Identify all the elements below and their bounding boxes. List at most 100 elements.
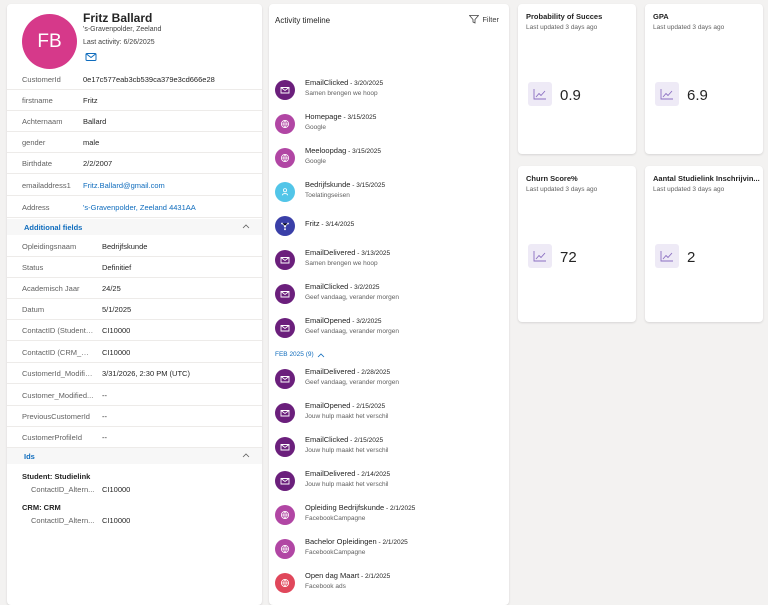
activity-badge bbox=[275, 284, 295, 304]
ids-header[interactable]: Ids bbox=[7, 448, 262, 464]
timeline-item[interactable]: EmailClicked - 2/15/2025 Jouw hulp maakt … bbox=[269, 435, 509, 467]
activity-timeline-card: Activity timeline Filter EmailClicked - … bbox=[269, 4, 509, 605]
globe-icon bbox=[281, 154, 289, 162]
field-value: 5/1/2025 bbox=[102, 305, 132, 314]
field-row-birthdate: Birthdate 2/2/2007 bbox=[7, 153, 262, 174]
email-link[interactable]: Fritz.Ballard@gmail.com bbox=[83, 181, 165, 190]
additional-row: PreviousCustomerId -- bbox=[7, 406, 262, 427]
additional-row: Status Definitief bbox=[7, 257, 262, 278]
activity-name: EmailOpened bbox=[305, 401, 351, 410]
mail-icon bbox=[280, 478, 290, 485]
additional-row: ContactID (CRM_CR... CI10000 bbox=[7, 342, 262, 363]
activity-title: EmailClicked - 3/20/2025 bbox=[305, 78, 383, 87]
activity-title: Meeloopdag - 3/15/2025 bbox=[305, 146, 381, 155]
mail-icon bbox=[280, 87, 290, 94]
activity-name: EmailClicked bbox=[305, 78, 349, 87]
activity-date: - 3/15/2025 bbox=[346, 148, 381, 155]
field-value: Ballard bbox=[83, 117, 107, 126]
timeline-item[interactable]: EmailDelivered - 3/13/2025 Samen brengen … bbox=[269, 248, 509, 280]
activity-name: EmailDelivered bbox=[305, 469, 356, 478]
field-row-customerid: CustomerId 0e17c577eab3cb539ca379e3cd666… bbox=[7, 69, 262, 90]
activity-title: Opleiding Bedrijfskunde - 2/1/2025 bbox=[305, 503, 415, 512]
timeline-item[interactable]: Homepage - 3/15/2025 Google bbox=[269, 112, 509, 144]
avatar: FB bbox=[22, 14, 77, 69]
timeline-item[interactable]: EmailOpened - 3/2/2025 Geef vandaag, vera… bbox=[269, 316, 509, 348]
id-value: CI10000 bbox=[102, 485, 131, 494]
kpi-updated: Last updated 3 days ago bbox=[526, 186, 598, 193]
kpi-card[interactable]: Aantal Studielink Inschrijvin... Last up… bbox=[645, 166, 763, 322]
globe-icon bbox=[281, 120, 289, 128]
mail-icon bbox=[280, 291, 290, 298]
mail-icon[interactable] bbox=[85, 52, 97, 62]
field-row-achternaam: Achternaam Ballard bbox=[7, 111, 262, 132]
activity-name: Bedrijfskunde bbox=[305, 180, 351, 189]
timeline-item[interactable]: EmailOpened - 2/15/2025 Jouw hulp maakt h… bbox=[269, 401, 509, 433]
id-label: ContactID_Altern... bbox=[31, 516, 95, 525]
activity-date: - 3/13/2025 bbox=[355, 250, 391, 257]
field-value: Fritz bbox=[83, 96, 98, 105]
activity-badge bbox=[275, 250, 295, 270]
additional-row: Customer_Modified... -- bbox=[7, 385, 262, 406]
month-label: FEB 2025 (9) bbox=[275, 351, 314, 358]
mail-icon bbox=[280, 257, 290, 264]
activity-name: Homepage bbox=[305, 112, 342, 121]
additional-row: Opleidingsnaam Bedrijfskunde bbox=[7, 236, 262, 257]
activity-date: - 3/20/2025 bbox=[348, 80, 384, 87]
additional-row: ContactID (Student_... CI10000 bbox=[7, 320, 262, 341]
network-icon bbox=[281, 222, 289, 231]
activity-date: - 3/14/2025 bbox=[319, 221, 355, 228]
activity-name: Meeloopdag bbox=[305, 146, 347, 155]
timeline-item[interactable]: Bedrijfskunde - 3/15/2025 Toelatingseisen bbox=[269, 180, 509, 212]
kpi-card[interactable]: Churn Score% Last updated 3 days ago 72 bbox=[518, 166, 636, 322]
additional-row: Academisch Jaar 24/25 bbox=[7, 278, 262, 299]
timeline-item[interactable]: Open dag Maart - 2/1/2025 Facebook ads bbox=[269, 571, 509, 603]
kpi-card[interactable]: GPA Last updated 3 days ago 6.9 bbox=[645, 4, 763, 154]
timeline-item[interactable]: EmailClicked - 3/20/2025 Samen brengen we… bbox=[269, 78, 509, 110]
kpi-card[interactable]: Probability of Succes Last updated 3 day… bbox=[518, 4, 636, 154]
trend-icon bbox=[655, 82, 679, 106]
timeline-item[interactable]: EmailClicked - 3/2/2025 Geef vandaag, ver… bbox=[269, 282, 509, 314]
timeline-item[interactable]: Bachelor Opleidingen - 2/1/2025 FacebookC… bbox=[269, 537, 509, 569]
globe-icon bbox=[281, 579, 289, 587]
field-value: -- bbox=[102, 412, 107, 421]
filter-button[interactable]: Filter bbox=[469, 15, 499, 24]
activity-badge bbox=[275, 80, 295, 100]
activity-title: EmailDelivered - 3/13/2025 bbox=[305, 248, 390, 257]
id-row: ContactID_Altern... CI10000 bbox=[7, 513, 262, 529]
activity-title: EmailClicked - 2/15/2025 bbox=[305, 435, 383, 444]
field-label: firstname bbox=[22, 96, 53, 105]
activity-date: - 3/15/2025 bbox=[350, 182, 386, 189]
activity-name: Bachelor Opleidingen bbox=[305, 537, 377, 546]
id-group-name: Student: Studielink bbox=[22, 472, 91, 481]
activity-badge bbox=[275, 216, 295, 236]
activity-subtitle: Facebook ads bbox=[305, 583, 346, 590]
filter-label: Filter bbox=[482, 15, 499, 24]
activity-badge bbox=[275, 318, 295, 338]
activity-subtitle: Samen brengen we hoop bbox=[305, 260, 378, 267]
kpi-title: GPA bbox=[653, 12, 669, 21]
activity-title: EmailDelivered - 2/28/2025 bbox=[305, 367, 390, 376]
mail-icon bbox=[280, 325, 290, 332]
timeline-item[interactable]: EmailDelivered - 2/14/2025 Jouw hulp maak… bbox=[269, 469, 509, 501]
kpi-value: 72 bbox=[560, 249, 577, 266]
activity-badge bbox=[275, 471, 295, 491]
address-link[interactable]: 's-Gravenpolder, Zeeland 4431AA bbox=[83, 203, 196, 212]
globe-icon bbox=[281, 511, 289, 519]
month-group-header[interactable]: FEB 2025 (9) bbox=[275, 351, 325, 358]
activity-date: - 3/2/2025 bbox=[350, 318, 382, 325]
activity-date: - 2/1/2025 bbox=[384, 505, 416, 512]
additional-fields-header[interactable]: Additional fields bbox=[7, 219, 262, 235]
field-value: -- bbox=[102, 433, 107, 442]
timeline-item[interactable]: Fritz - 3/14/2025 bbox=[269, 214, 509, 246]
activity-title: Fritz - 3/14/2025 bbox=[305, 219, 354, 228]
timeline-item[interactable]: Meeloopdag - 3/15/2025 Google bbox=[269, 146, 509, 178]
activity-badge bbox=[275, 148, 295, 168]
timeline-item[interactable]: EmailDelivered - 2/28/2025 Geef vandaag, … bbox=[269, 367, 509, 399]
section-title: Additional fields bbox=[24, 223, 83, 232]
field-value: 3/31/2026, 2:30 PM (UTC) bbox=[102, 369, 190, 378]
timeline-item[interactable]: Opleiding Bedrijfskunde - 2/1/2025 Facebo… bbox=[269, 503, 509, 535]
chevron-up-icon bbox=[242, 453, 250, 458]
kpi-title: Churn Score% bbox=[526, 174, 578, 183]
kpi-title: Probability of Succes bbox=[526, 12, 603, 21]
kpi-value: 6.9 bbox=[687, 87, 708, 104]
